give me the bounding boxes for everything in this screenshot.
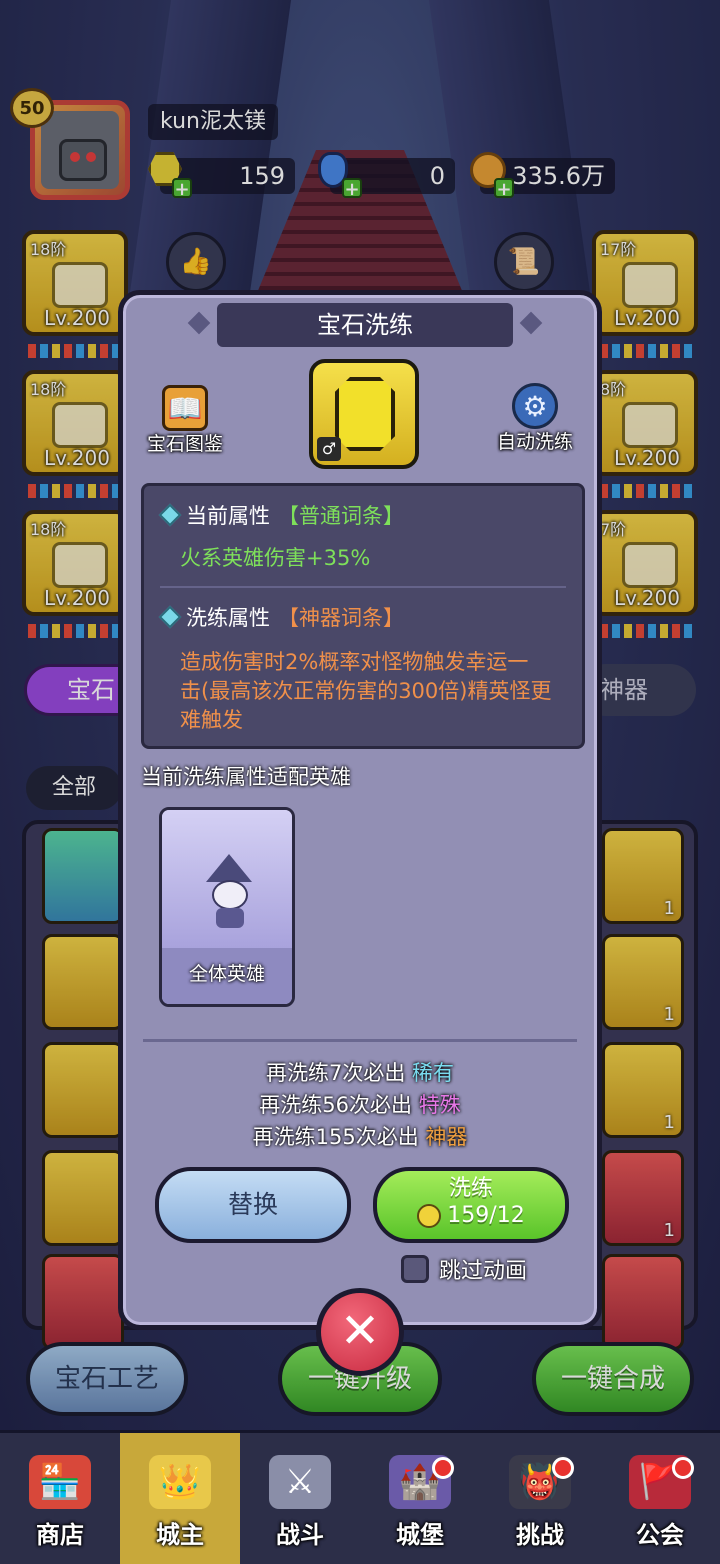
refine-cost: 159/12 bbox=[377, 1203, 565, 1228]
attribute-panel: 当前属性 【普通词条】 火系英雄伤害+35% 洗练属性 【神器词条】 造成伤害时… bbox=[141, 483, 585, 749]
pity-text: 再洗练7次必出 bbox=[265, 1061, 406, 1085]
current-attribute-label: 当前属性 bbox=[186, 504, 270, 528]
refine-attribute-label: 洗练属性 bbox=[186, 606, 270, 630]
hero-card-name: 全体英雄 bbox=[162, 948, 292, 1004]
nav-guild[interactable]: 🚩 公会 bbox=[600, 1433, 720, 1564]
pity-tier-rare: 稀有 bbox=[412, 1061, 455, 1085]
pity-artifact: 再洗练155次必出 神器 bbox=[123, 1121, 597, 1151]
nav-castle[interactable]: 🏰 城堡 bbox=[360, 1433, 480, 1564]
hero-portrait bbox=[162, 810, 292, 950]
diamond-icon bbox=[158, 503, 182, 527]
current-attribute-value: 火系英雄伤害+35% bbox=[180, 546, 371, 570]
nav-label: 商店 bbox=[36, 1521, 84, 1549]
nav-label: 城堡 bbox=[396, 1521, 444, 1549]
crown-icon: 👑 bbox=[149, 1455, 211, 1509]
replace-button[interactable]: 替换 bbox=[155, 1167, 351, 1243]
hero-body bbox=[216, 908, 244, 928]
gem-refine-dialog: 宝石洗练 📖 宝石图鉴 ♂ ⚙ 自动洗练 当前属性 【普通词条】 火系英雄伤害+… bbox=[118, 290, 602, 1330]
refine-attribute-tier: 【神器词条】 bbox=[278, 606, 404, 630]
refine-button[interactable]: 洗练 159/12 bbox=[373, 1167, 569, 1243]
pity-text: 再洗练155次必出 bbox=[252, 1125, 419, 1149]
shop-icon: 🏪 bbox=[29, 1455, 91, 1509]
close-button[interactable]: ✕ bbox=[316, 1288, 404, 1376]
gem-codex-label: 宝石图鉴 bbox=[147, 433, 224, 455]
divider bbox=[160, 586, 566, 588]
pity-text: 再洗练56次必出 bbox=[259, 1093, 413, 1117]
nav-label: 城主 bbox=[156, 1521, 204, 1549]
refine-attribute-header: 洗练属性 【神器词条】 bbox=[158, 602, 404, 632]
divider bbox=[143, 1039, 577, 1042]
auto-refine-label: 自动洗练 bbox=[497, 431, 574, 453]
yellow-gem-icon bbox=[335, 377, 395, 451]
skip-animation-checkbox[interactable] bbox=[401, 1255, 429, 1283]
nav-lord[interactable]: 👑 城主 bbox=[120, 1433, 240, 1564]
refine-attribute-line: 击(最高该次正常伤害的300倍)精英怪更 bbox=[180, 679, 552, 703]
skip-animation-toggle[interactable]: 跳过动画 bbox=[401, 1253, 527, 1285]
pity-rare: 再洗练7次必出 稀有 bbox=[123, 1057, 597, 1087]
pity-tier-special: 特殊 bbox=[418, 1093, 461, 1117]
refine-button-label: 洗练 bbox=[448, 1176, 493, 1201]
refine-attribute-line: 造成伤害时2%概率对怪物触发幸运一 bbox=[180, 650, 529, 674]
dialog-title: 宝石洗练 bbox=[217, 303, 513, 347]
pity-tier-artifact: 神器 bbox=[425, 1125, 468, 1149]
male-symbol-icon: ♂ bbox=[317, 437, 341, 461]
gear-icon: ⚙ bbox=[512, 383, 558, 429]
wizard-hat-icon bbox=[206, 854, 252, 882]
nav-challenge[interactable]: 👹 挑战 bbox=[480, 1433, 600, 1564]
skip-animation-label: 跳过动画 bbox=[439, 1259, 528, 1284]
nav-label: 战斗 bbox=[276, 1521, 324, 1549]
hero-card[interactable]: 全体英雄 bbox=[159, 807, 295, 1007]
current-attribute-header: 当前属性 【普通词条】 bbox=[158, 500, 404, 530]
hero-head bbox=[212, 880, 248, 910]
bottom-nav: 🏪 商店 👑 城主 ⚔ 战斗 🏰 城堡 👹 挑战 🚩 公会 bbox=[0, 1430, 720, 1564]
nav-label: 挑战 bbox=[516, 1521, 564, 1549]
gem-icon bbox=[417, 1203, 442, 1228]
refine-attribute-value: 造成伤害时2%概率对怪物触发幸运一 击(最高该次正常伤害的300倍)精英怪更 难… bbox=[180, 648, 551, 735]
book-icon: 📖 bbox=[162, 385, 208, 431]
auto-refine-button[interactable]: ⚙ 自动洗练 bbox=[497, 383, 573, 454]
current-attribute-tier: 【普通词条】 bbox=[278, 504, 404, 528]
notification-dot bbox=[552, 1457, 574, 1479]
swords-icon: ⚔ bbox=[269, 1455, 331, 1509]
nav-label: 公会 bbox=[636, 1521, 684, 1549]
nav-shop[interactable]: 🏪 商店 bbox=[0, 1433, 120, 1564]
close-icon: ✕ bbox=[339, 1303, 381, 1359]
diamond-icon bbox=[158, 605, 182, 629]
selected-gem: ♂ bbox=[309, 359, 419, 469]
refine-attribute-line: 难触发 bbox=[180, 708, 243, 732]
fit-heroes-label: 当前洗练属性适配英雄 bbox=[141, 765, 351, 789]
pity-special: 再洗练56次必出 特殊 bbox=[123, 1089, 597, 1119]
notification-dot bbox=[432, 1457, 454, 1479]
refine-cost-value: 159/12 bbox=[447, 1203, 525, 1228]
gem-codex-button[interactable]: 📖 宝石图鉴 bbox=[147, 385, 223, 456]
nav-battle[interactable]: ⚔ 战斗 bbox=[240, 1433, 360, 1564]
notification-dot bbox=[672, 1457, 694, 1479]
